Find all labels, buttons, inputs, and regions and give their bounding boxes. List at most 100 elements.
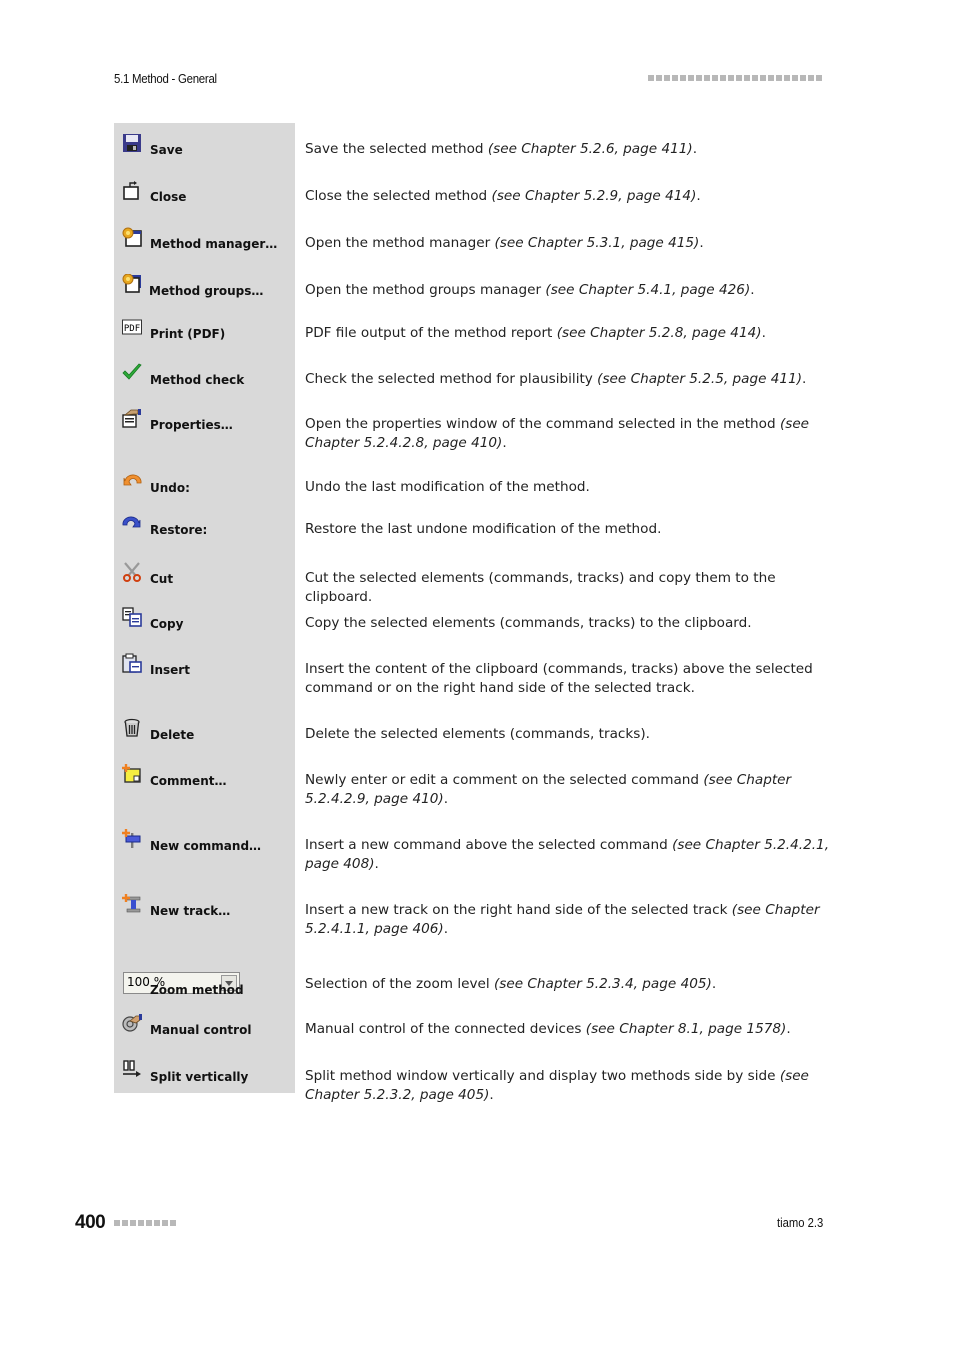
- table-row: Split vertically Split method window vert…: [114, 1051, 830, 1103]
- description-tail: .: [443, 921, 449, 937]
- function-label: Restore:: [150, 523, 208, 537]
- table-row: Undo: Undo the last modification of the m…: [114, 463, 830, 506]
- table-row: Method groups… Open the method groups man…: [114, 264, 830, 309]
- description-tail: .: [374, 856, 379, 872]
- dot-decoration: [122, 1220, 128, 1226]
- description-text: Newly enter or edit a comment on the sel…: [305, 772, 704, 788]
- function-cell: Restore:: [114, 506, 295, 553]
- function-cell: New command…: [114, 821, 295, 886]
- function-label: Method check: [150, 373, 245, 387]
- chapter-reference[interactable]: (see Chapter 5.4.1, page 426): [545, 282, 750, 298]
- description-text: Open the properties window of the comman…: [305, 416, 780, 432]
- dot-decoration: [688, 75, 694, 81]
- function-cell: Method check: [114, 354, 295, 400]
- description-text: Split method window vertically and displ…: [305, 1068, 780, 1084]
- function-description: Undo the last modification of the method…: [295, 463, 830, 506]
- function-cell: Save: [114, 123, 295, 170]
- function-label: Zoom method: [150, 983, 244, 997]
- description-text: Restore the last undone modification of …: [305, 521, 662, 537]
- description-text: Save the selected method: [305, 141, 488, 157]
- table-row: Delete Delete the selected elements (comm…: [114, 710, 830, 756]
- dot-decoration: [170, 1220, 176, 1226]
- function-cell: Split vertically: [114, 1051, 295, 1093]
- dot-decoration: [784, 75, 790, 81]
- function-cell: Undo:: [114, 463, 295, 506]
- description-text: Copy the selected elements (commands, tr…: [305, 615, 752, 631]
- function-label: Copy: [150, 617, 184, 631]
- table-row: Save Save the selected method (see Chapte…: [114, 123, 830, 170]
- function-cell: Close: [114, 170, 295, 217]
- table-row: New track… Insert a new track on the righ…: [114, 886, 830, 958]
- dot-decoration: [664, 75, 670, 81]
- save-icon: [122, 133, 142, 153]
- function-label: New command…: [150, 839, 262, 853]
- function-description: Open the method groups manager (see Chap…: [295, 264, 830, 309]
- description-tail: .: [502, 435, 507, 451]
- function-label: Save: [150, 143, 183, 157]
- chapter-reference[interactable]: (see Chapter 5.2.5, page 411): [597, 371, 802, 387]
- function-label: Comment…: [150, 774, 227, 788]
- chapter-reference[interactable]: (see Chapter 8.1, page 1578): [586, 1021, 787, 1037]
- header-dots-decoration: [648, 75, 822, 81]
- chapter-reference[interactable]: (see Chapter 5.2.6, page 411): [488, 141, 693, 157]
- dot-decoration: [752, 75, 758, 81]
- function-description: Open the method manager (see Chapter 5.3…: [295, 217, 830, 264]
- copy-icon: [122, 607, 142, 627]
- function-description: Check the selected method for plausibili…: [295, 354, 830, 400]
- function-label: New track…: [150, 904, 231, 918]
- description-tail: .: [750, 282, 755, 298]
- description-text: Insert the content of the clipboard (com…: [305, 661, 813, 696]
- trash-icon: [122, 718, 142, 738]
- checkmark-icon: [122, 363, 142, 383]
- function-label: Delete: [150, 728, 195, 742]
- table-row: Method manager… Open the method manager (…: [114, 217, 830, 264]
- description-tail: .: [692, 141, 698, 157]
- description-tail: .: [711, 976, 717, 992]
- table-row: Close Close the selected method (see Chap…: [114, 170, 830, 217]
- description-text: Insert a new command above the selected …: [305, 837, 673, 853]
- dot-decoration: [154, 1220, 160, 1226]
- description-tail: .: [802, 371, 807, 387]
- footer-dots-decoration: [114, 1220, 176, 1226]
- table-row: Properties… Open the properties window of…: [114, 400, 830, 463]
- chapter-reference[interactable]: (see Chapter 5.2.8, page 414): [557, 325, 762, 341]
- dot-decoration: [712, 75, 718, 81]
- new-track-icon: [122, 894, 142, 914]
- table-row: Manual control Manual control of the conn…: [114, 1004, 830, 1051]
- chapter-reference[interactable]: (see Chapter 5.2.9, page 414): [492, 188, 697, 204]
- function-cell: Manual control: [114, 1004, 295, 1051]
- method-groups-icon: [122, 273, 142, 294]
- description-text: Insert a new track on the right hand sid…: [305, 902, 732, 918]
- chapter-reference[interactable]: (see Chapter 5.3.1, page 415): [495, 235, 700, 251]
- description-text: Open the method groups manager: [305, 282, 546, 298]
- function-label: Insert: [150, 663, 190, 677]
- pdf-icon: PDF: [122, 317, 142, 337]
- description-text: Manual control of the connected devices: [305, 1021, 586, 1037]
- function-description: Close the selected method (see Chapter 5…: [295, 170, 830, 217]
- dot-decoration: [816, 75, 822, 81]
- description-tail: .: [443, 791, 449, 807]
- dot-decoration: [146, 1220, 152, 1226]
- dot-decoration: [656, 75, 662, 81]
- function-description: Delete the selected elements (commands, …: [295, 710, 830, 756]
- description-tail: .: [696, 188, 701, 204]
- function-description: Manual control of the connected devices …: [295, 1004, 830, 1051]
- dot-decoration: [696, 75, 702, 81]
- dot-decoration: [114, 1220, 120, 1226]
- description-text: Close the selected method: [305, 188, 492, 204]
- dot-decoration: [720, 75, 726, 81]
- description-tail: .: [761, 325, 766, 341]
- scissors-icon: [122, 562, 142, 582]
- table-row: PDF Print (PDF) PDF file output of the met…: [114, 309, 830, 354]
- table-row: 100 % Zoom method Selection of the zoom le…: [114, 958, 830, 1004]
- table-row: Comment… Newly enter or edit a comment on…: [114, 756, 830, 821]
- function-label: Properties…: [150, 418, 233, 432]
- chapter-reference[interactable]: (see Chapter 5.2.3.4, page 405): [494, 976, 712, 992]
- dot-decoration: [760, 75, 766, 81]
- split-vertical-icon: [122, 1060, 142, 1080]
- svg-text:PDF: PDF: [124, 324, 140, 334]
- dot-decoration: [672, 75, 678, 81]
- function-description: Selection of the zoom level (see Chapter…: [295, 958, 830, 1004]
- function-description: Save the selected method (see Chapter 5.…: [295, 123, 830, 170]
- close-icon: [122, 180, 142, 200]
